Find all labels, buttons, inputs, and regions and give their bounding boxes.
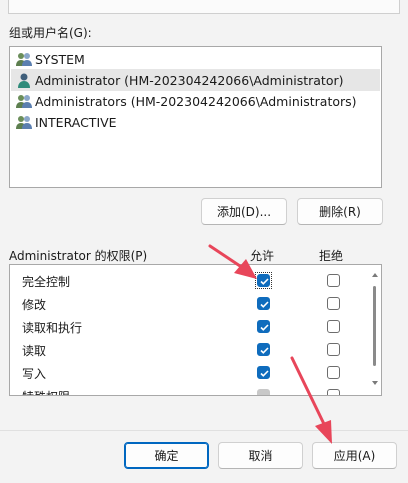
user-item-administrator[interactable]: Administrator (HM-202304242066\Administr…	[11, 69, 380, 91]
deny-checkbox[interactable]	[327, 297, 340, 310]
users-group-icon	[16, 95, 32, 108]
checkmark-icon	[260, 324, 269, 331]
permissions-scrollbar[interactable]	[370, 269, 380, 391]
permissions-list: 完全控制 修改 读取和执行 读取 写入	[9, 264, 382, 396]
users-list[interactable]: SYSTEM Administrator (HM-202304242066\Ad…	[9, 46, 382, 188]
permission-row-read: 读取	[10, 338, 365, 361]
allow-checkbox[interactable]	[257, 366, 270, 379]
checkmark-icon	[260, 278, 269, 285]
permission-name: 读取和执行	[22, 321, 83, 335]
permission-name: 完全控制	[22, 275, 71, 289]
allow-checkbox[interactable]	[257, 274, 270, 287]
apply-button[interactable]: 应用(A)	[312, 442, 397, 469]
checkmark-icon	[260, 347, 269, 354]
user-name: Administrator (HM-202304242066\Administr…	[35, 72, 344, 88]
deny-checkbox[interactable]	[327, 366, 340, 379]
scroll-down-icon[interactable]	[371, 379, 379, 387]
allow-checkbox[interactable]	[257, 320, 270, 333]
permission-row-modify: 修改	[10, 292, 365, 315]
deny-checkbox[interactable]	[327, 320, 340, 333]
permission-row-write: 写入	[10, 361, 365, 384]
permission-name: 特殊权限	[22, 388, 70, 395]
remove-button[interactable]: 删除(R)	[297, 198, 383, 225]
user-name: Administrators (HM-202304242066\Administ…	[35, 93, 357, 109]
permission-name: 修改	[22, 298, 47, 312]
group-users-label: 组或用户名(G):	[9, 26, 92, 40]
deny-checkbox[interactable]	[327, 389, 340, 395]
permission-name: 写入	[22, 367, 47, 381]
checkmark-icon	[260, 370, 269, 377]
permissions-title: Administrator 的权限(P)	[9, 249, 148, 263]
user-item-interactive[interactable]: INTERACTIVE	[11, 111, 380, 133]
user-item-administrators[interactable]: Administrators (HM-202304242066\Administ…	[11, 90, 380, 112]
deny-checkbox[interactable]	[327, 274, 340, 287]
scroll-up-icon[interactable]	[371, 271, 379, 279]
users-group-icon	[16, 53, 32, 66]
ok-button[interactable]: 确定	[124, 442, 209, 469]
user-icon	[18, 73, 30, 88]
add-button[interactable]: 添加(D)...	[201, 198, 287, 225]
scrollbar-thumb[interactable]	[373, 286, 376, 366]
user-name: INTERACTIVE	[35, 114, 117, 130]
permission-row-full-control: 完全控制	[10, 269, 365, 292]
allow-checkbox[interactable]	[257, 343, 270, 356]
permission-name: 读取	[22, 344, 47, 358]
permission-row-read-execute: 读取和执行	[10, 315, 365, 338]
allow-checkbox	[257, 389, 270, 395]
user-name: SYSTEM	[35, 51, 85, 67]
deny-column-header: 拒绝	[319, 249, 344, 263]
deny-checkbox[interactable]	[327, 343, 340, 356]
permission-row-special: 特殊权限	[10, 384, 365, 395]
users-group-icon	[16, 116, 32, 129]
allow-checkbox[interactable]	[257, 297, 270, 310]
checkmark-icon	[260, 301, 269, 308]
user-item-system[interactable]: SYSTEM	[11, 48, 380, 70]
window-top-edge	[0, 0, 408, 18]
allow-column-header: 允许	[250, 249, 275, 263]
cancel-button[interactable]: 取消	[218, 442, 303, 469]
